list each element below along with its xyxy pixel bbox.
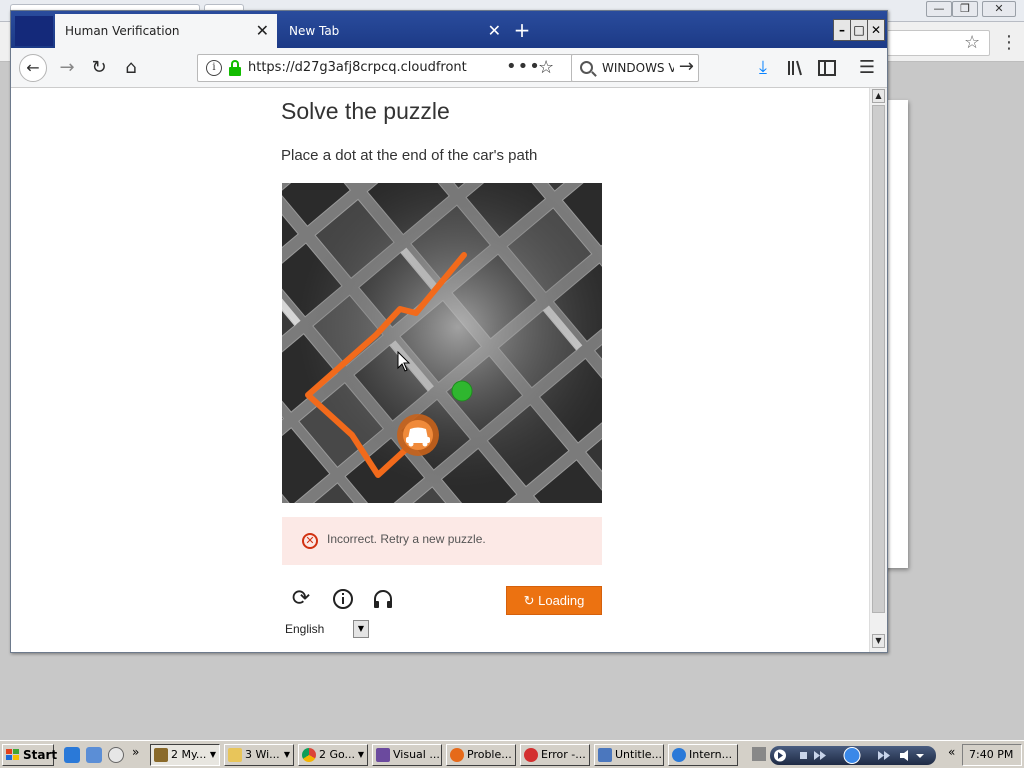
menu-icon[interactable]: ⋮: [1000, 32, 1018, 53]
download-icon[interactable]: ⤓: [749, 54, 777, 82]
refresh-puzzle-icon[interactable]: ⟳: [287, 585, 315, 613]
start-button[interactable]: Start: [2, 744, 58, 766]
taskbar-button-google[interactable]: 2 Go... ▼: [298, 744, 368, 766]
taskbar-button-my[interactable]: 2 My... ▼: [150, 744, 220, 766]
chevron-down-icon: ▼: [209, 750, 216, 759]
background-close-button[interactable]: ✕: [982, 1, 1016, 17]
scroll-thumb[interactable]: [872, 105, 885, 613]
page-viewport: Solve the puzzle Place a dot at the end …: [11, 88, 871, 652]
tray-chevron[interactable]: «: [948, 745, 955, 759]
info-circle-icon[interactable]: [329, 585, 357, 613]
taskbar-button-label: Untitle...: [615, 748, 663, 761]
ie-quicklaunch-icon[interactable]: [64, 747, 80, 763]
nav-bar: ← → ↻ ⌂ i https://d27g3afj8crpcq.cloudfr…: [11, 48, 887, 88]
taskbar-button-label: 2 Go...: [319, 748, 356, 761]
taskbar-button-label: Intern...: [689, 748, 733, 761]
taskbar-button-label: Error -...: [541, 748, 586, 761]
search-go-icon[interactable]: →: [679, 55, 694, 79]
url-bar[interactable]: i https://d27g3afj8crpcq.cloudfront.net/…: [197, 54, 573, 82]
minimize-button[interactable]: –: [833, 19, 851, 41]
ie-icon: [672, 748, 686, 762]
close-icon[interactable]: ✕: [256, 14, 269, 48]
hamburger-menu-icon[interactable]: ☰: [853, 54, 881, 82]
keyboard-icon[interactable]: [752, 747, 766, 761]
taskbar-button-problem[interactable]: Proble...: [446, 744, 516, 766]
background-minimize-button[interactable]: —: [926, 1, 952, 17]
car-marker-icon: [397, 414, 439, 456]
puzzle-instruction: Place a dot at the end of the car's path: [281, 147, 538, 164]
lock-icon: [228, 60, 242, 76]
tab-label: New Tab: [289, 24, 340, 38]
tab-human-verification[interactable]: Human Verification ✕: [55, 14, 277, 48]
firefox-logo-icon: [15, 16, 53, 46]
search-icon: [580, 61, 593, 74]
clock[interactable]: 7:40 PM: [969, 745, 1013, 765]
close-icon[interactable]: ✕: [488, 14, 501, 48]
scroll-up-button[interactable]: ▲: [872, 89, 885, 103]
taskbar-button-label: 3 Wi...: [245, 748, 280, 761]
forward-button[interactable]: →: [53, 54, 81, 82]
opera-icon: [524, 748, 538, 762]
system-tray: 7:40 PM: [962, 744, 1022, 766]
chevron-down-icon: ▼: [357, 750, 364, 759]
info-icon[interactable]: i: [206, 60, 222, 76]
taskbar-button-label: Visual ...: [393, 748, 440, 761]
taskbar-button-label: Proble...: [467, 748, 512, 761]
reload-button[interactable]: ↻: [85, 54, 113, 82]
app-icon: [154, 748, 168, 762]
tab-bar: Human Verification ✕ New Tab ✕ + – □ ✕: [11, 11, 887, 48]
new-tab-button[interactable]: +: [511, 14, 533, 48]
placed-dot-marker[interactable]: [451, 380, 473, 402]
firefox-icon: [450, 748, 464, 762]
page-actions-icon[interactable]: •••: [506, 55, 541, 79]
taskbar-button-windows[interactable]: 3 Wi... ▼: [224, 744, 294, 766]
sidebar-icon[interactable]: [813, 54, 841, 82]
start-label: Start: [23, 748, 58, 762]
mouse-cursor-icon: [397, 351, 411, 372]
maximize-button[interactable]: □: [850, 19, 868, 41]
outlook-quicklaunch-icon[interactable]: [86, 747, 102, 763]
document-icon: [598, 748, 612, 762]
scroll-down-button[interactable]: ▼: [872, 634, 885, 648]
vertical-scrollbar[interactable]: ▲ ▼: [869, 88, 887, 652]
taskbar-button-internet[interactable]: Intern...: [668, 744, 738, 766]
taskbar-button-untitled[interactable]: Untitle...: [594, 744, 664, 766]
taskbar-button-visual[interactable]: Visual ...: [372, 744, 442, 766]
error-alert: ✕ Incorrect. Retry a new puzzle.: [282, 517, 602, 565]
background-restore-button[interactable]: ❐: [952, 1, 978, 17]
media-player-quicklaunch-icon[interactable]: [108, 747, 124, 763]
bookmark-star-icon[interactable]: ☆: [538, 57, 554, 78]
puzzle-title: Solve the puzzle: [281, 98, 450, 124]
url-text[interactable]: https://d27g3afj8crpcq.cloudfront.net/: [248, 55, 468, 81]
taskbar: Start » 2 My... ▼ 3 Wi... ▼ 2 Go... ▼ Vi…: [0, 740, 1024, 768]
error-message: Incorrect. Retry a new puzzle.: [327, 532, 486, 546]
firefox-window: Human Verification ✕ New Tab ✕ + – □ ✕ ←…: [10, 10, 888, 653]
close-window-button[interactable]: ✕: [867, 19, 885, 41]
submit-loading-button[interactable]: ↻ Loading: [506, 586, 602, 615]
visual-studio-icon: [376, 748, 390, 762]
search-input[interactable]: WINDOWS V: [602, 55, 674, 81]
back-button[interactable]: ←: [19, 54, 47, 82]
puzzle-map-image[interactable]: [282, 183, 602, 503]
taskbar-button-error[interactable]: Error -...: [520, 744, 590, 766]
taskbar-button-label: 2 My...: [171, 748, 207, 761]
library-icon[interactable]: [781, 54, 809, 82]
search-bar[interactable]: WINDOWS V →: [571, 54, 699, 82]
audio-headphones-icon[interactable]: [369, 585, 397, 613]
folder-icon: [228, 748, 242, 762]
tab-label: Human Verification: [65, 24, 180, 38]
star-icon[interactable]: ☆: [964, 32, 980, 53]
chrome-icon: [302, 748, 316, 762]
chevron-down-icon[interactable]: ▼: [353, 620, 369, 638]
tab-new-tab[interactable]: New Tab ✕: [279, 14, 509, 48]
home-button[interactable]: ⌂: [117, 54, 145, 82]
error-circle-x-icon: ✕: [302, 533, 318, 549]
chevron-down-icon: ▼: [283, 750, 290, 759]
media-player-toolbar[interactable]: [770, 746, 936, 765]
language-select[interactable]: English: [285, 622, 324, 636]
quicklaunch-chevron[interactable]: »: [132, 745, 139, 759]
windows-flag-icon: [6, 749, 19, 761]
